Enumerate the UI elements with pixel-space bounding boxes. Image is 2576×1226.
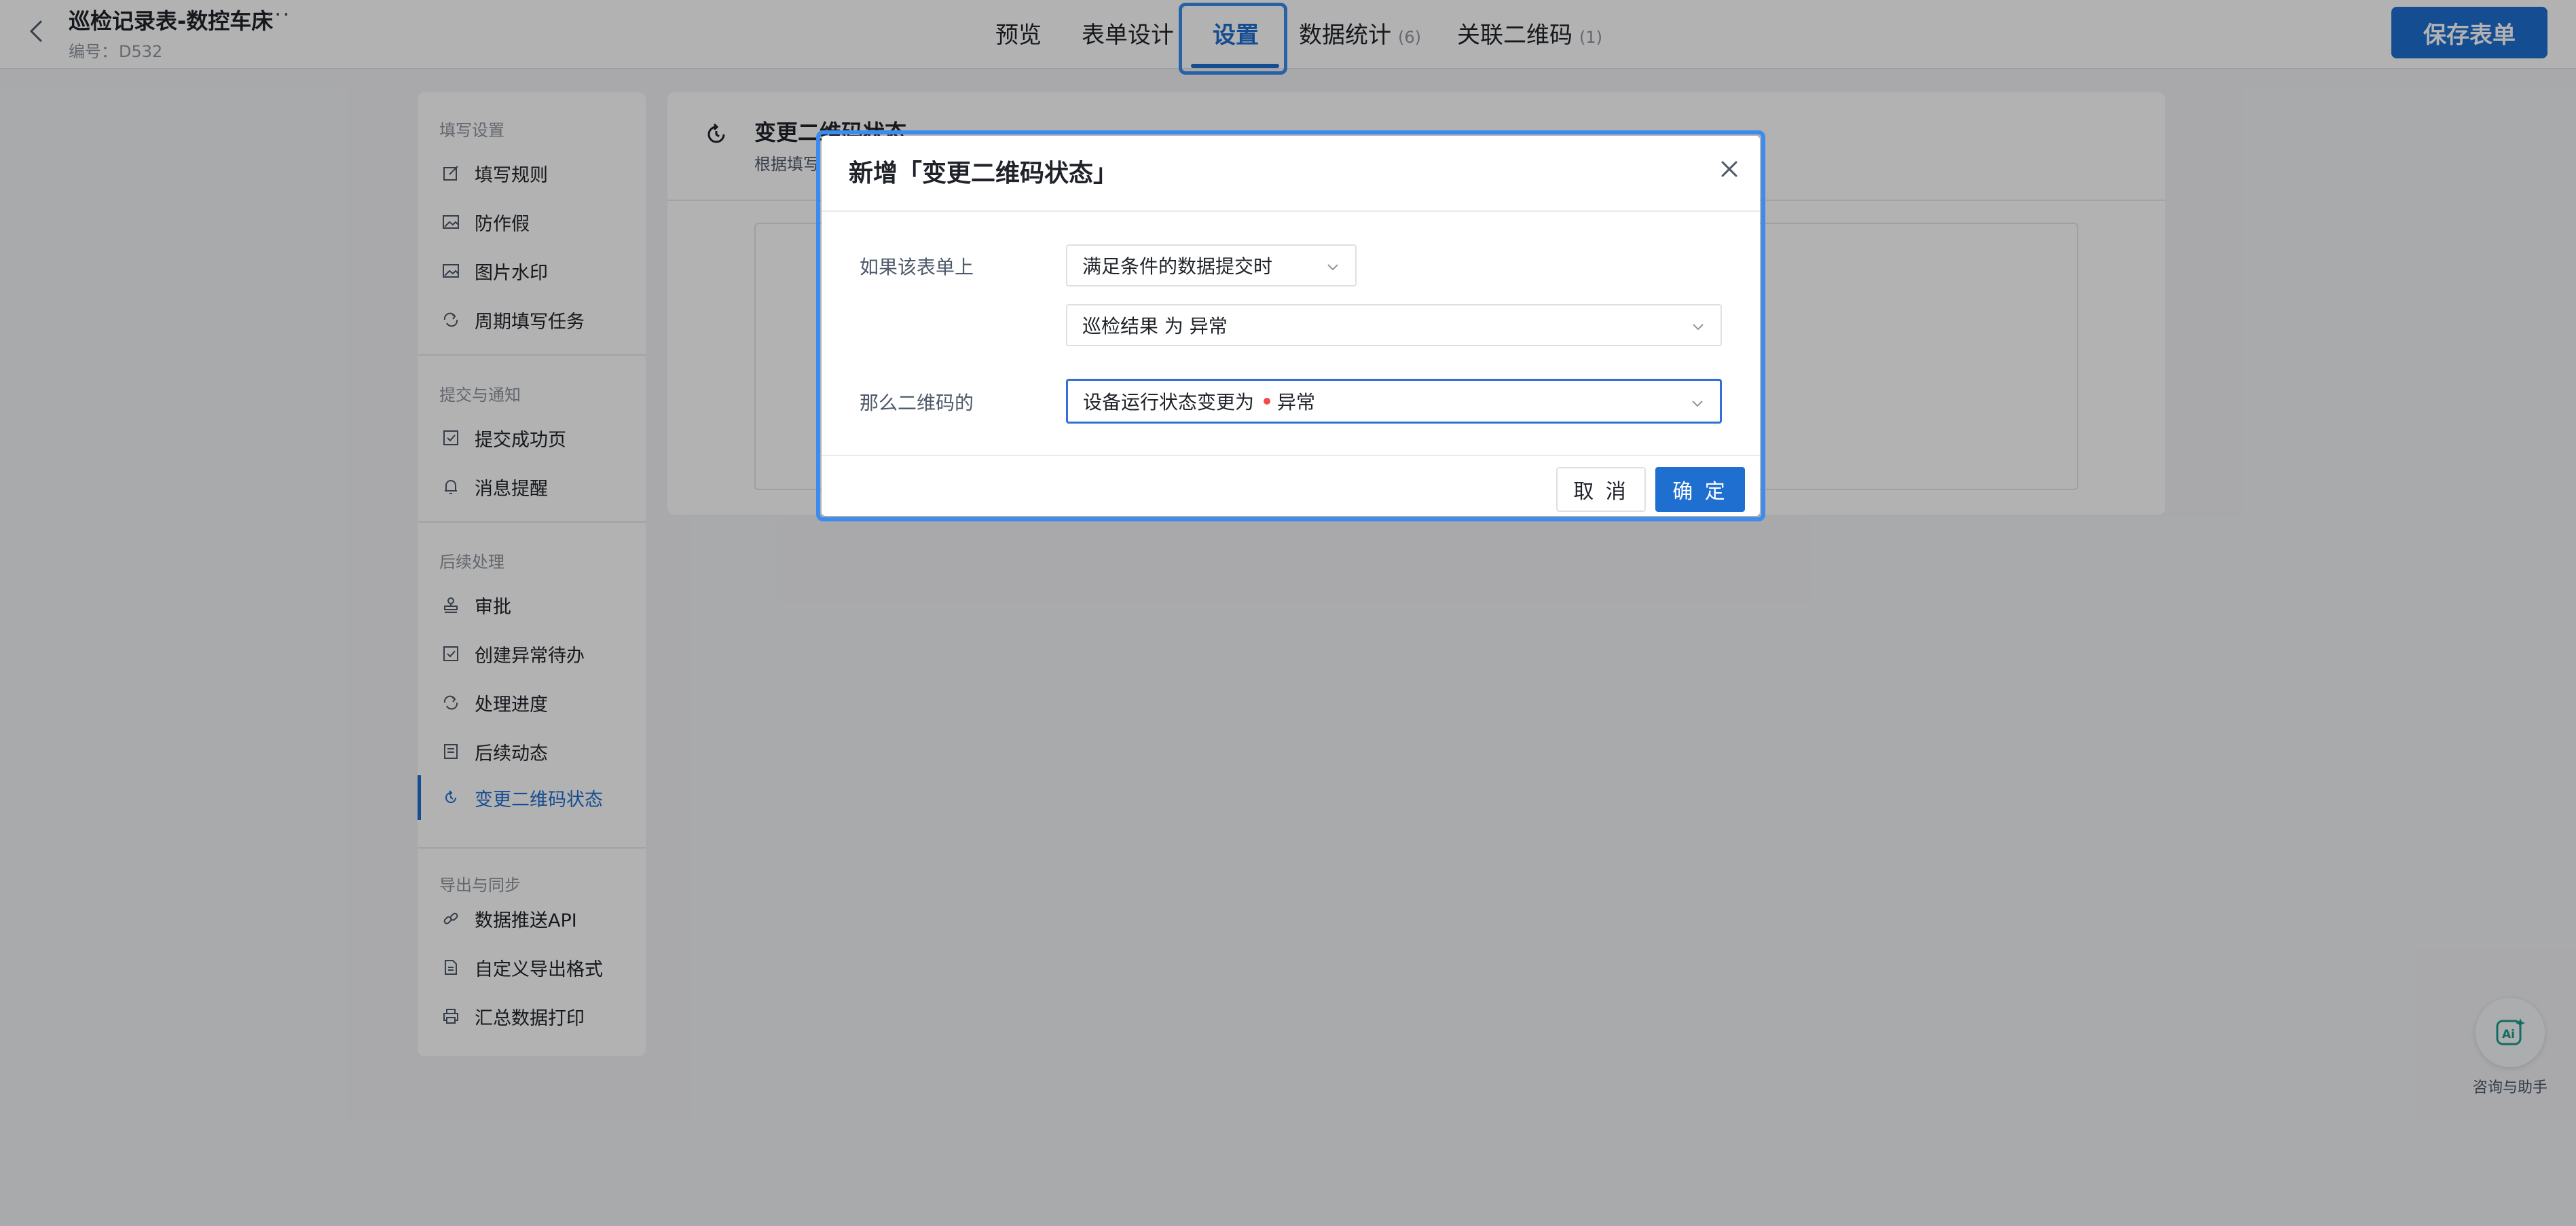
- dialog-header-divider: [822, 210, 1760, 212]
- trigger-select[interactable]: 满足条件的数据提交时: [1066, 244, 1357, 286]
- status-change-select[interactable]: 设备运行状态变更为 异常: [1066, 379, 1722, 424]
- dialog-close-button[interactable]: [1716, 156, 1742, 182]
- trigger-select-value: 满足条件的数据提交时: [1082, 255, 1273, 278]
- chevron-down-icon: [1693, 324, 1704, 331]
- close-icon: [1721, 161, 1737, 177]
- dialog-footer-divider: [822, 455, 1760, 456]
- add-qrcode-status-dialog: 新增「变更二维码状态」 如果该表单上 满足条件的数据提交时 巡检结果 为 异常 …: [822, 136, 1760, 516]
- condition-select[interactable]: 巡检结果 为 异常: [1066, 304, 1722, 346]
- condition-select-value: 巡检结果 为 异常: [1082, 315, 1228, 337]
- dialog-title: 新增「变更二维码状态」: [849, 160, 1118, 187]
- status-change-value: 异常: [1277, 391, 1316, 413]
- if-form-label: 如果该表单上: [860, 256, 974, 278]
- confirm-button[interactable]: 确 定: [1655, 467, 1745, 512]
- status-dot-icon: [1264, 398, 1271, 405]
- chevron-down-icon: [1692, 401, 1703, 407]
- status-change-prefix: 设备运行状态变更为: [1083, 391, 1255, 413]
- cancel-button[interactable]: 取 消: [1556, 467, 1646, 512]
- then-qrcode-label: 那么二维码的: [860, 392, 974, 414]
- chevron-down-icon: [1327, 264, 1338, 271]
